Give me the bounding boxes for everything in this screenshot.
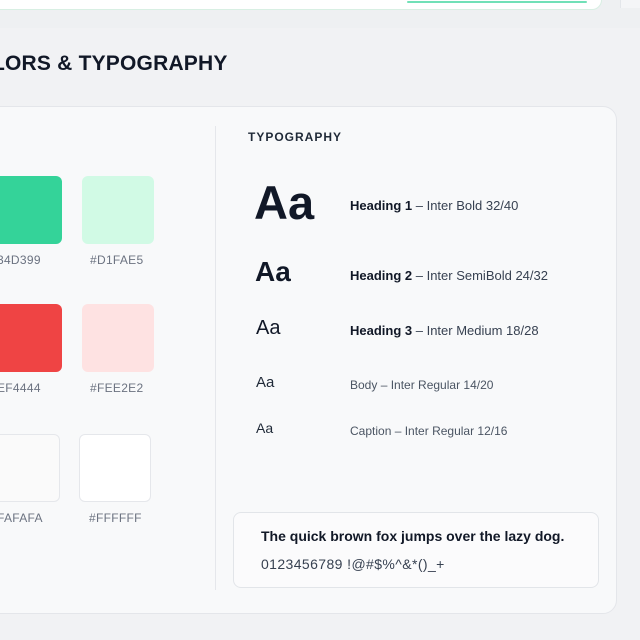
caption-name: Caption	[350, 424, 392, 438]
previous-section-accent	[407, 1, 587, 3]
swatch-white[interactable]	[79, 434, 151, 502]
section-title: LORS & TYPOGRAPHY	[0, 52, 228, 75]
heading-1-sample: Aa	[254, 176, 315, 229]
swatch-red-light-label: #FEE2E2	[90, 381, 144, 395]
swatch-green-light-label: #D1FAE5	[90, 253, 144, 267]
heading-3-name: Heading 3	[350, 323, 413, 338]
swatch-offwhite[interactable]	[0, 434, 60, 502]
heading-3-details: – Inter Medium 18/28	[412, 323, 539, 338]
heading-2-details: – Inter SemiBold 24/32	[412, 268, 548, 283]
body-name: Body	[350, 378, 378, 392]
heading-3-sample: Aa	[256, 317, 281, 339]
caption-spec: Caption – Inter Regular 12/16	[350, 424, 507, 438]
charset-text: 0123456789 !@#$%^&*()_+	[261, 556, 445, 572]
body-sample: Aa	[256, 374, 275, 391]
column-divider	[215, 126, 216, 590]
caption-details: – Inter Regular 12/16	[391, 424, 508, 438]
swatch-green[interactable]	[0, 176, 62, 244]
typography-heading: TYPOGRAPHY	[248, 130, 343, 144]
heading-2-spec: Heading 2 – Inter SemiBold 24/32	[350, 268, 548, 283]
heading-1-details: – Inter Bold 32/40	[412, 198, 519, 213]
swatch-offwhite-label: #FAFAFA	[0, 511, 43, 525]
pangram-text: The quick brown fox jumps over the lazy …	[261, 528, 565, 544]
heading-1-name: Heading 1	[350, 198, 413, 213]
swatch-white-label: #FFFFFF	[89, 511, 142, 525]
body-spec: Body – Inter Regular 14/20	[350, 378, 493, 392]
heading-2-name: Heading 2	[350, 268, 413, 283]
type-specimen-box: The quick brown fox jumps over the lazy …	[233, 512, 599, 588]
heading-3-spec: Heading 3 – Inter Medium 18/28	[350, 323, 539, 338]
swatch-green-label: #34D399	[0, 253, 41, 267]
swatch-red[interactable]	[0, 304, 62, 372]
swatch-green-light[interactable]	[82, 176, 154, 244]
body-details: – Inter Regular 14/20	[377, 378, 494, 392]
swatch-red-label: #EF4444	[0, 381, 41, 395]
swatch-red-light[interactable]	[82, 304, 154, 372]
heading-2-sample: Aa	[255, 256, 291, 287]
heading-1-spec: Heading 1 – Inter Bold 32/40	[350, 198, 518, 213]
previous-section-edge	[620, 0, 640, 8]
previous-section-card	[0, 0, 602, 10]
caption-sample: Aa	[256, 420, 274, 436]
